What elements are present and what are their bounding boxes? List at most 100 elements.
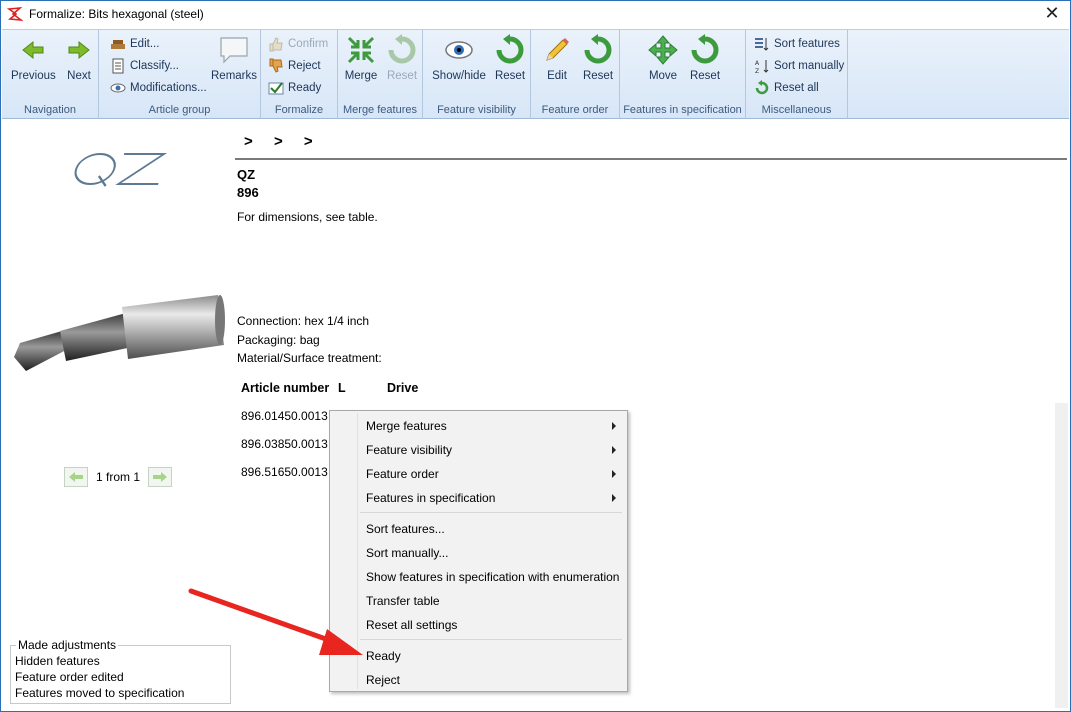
vertical-scrollbar[interactable]	[1055, 403, 1068, 708]
ribbon-toolbar: Previous Next Navigation Edit... Classif…	[2, 29, 1069, 119]
next-button[interactable]: Next	[62, 34, 96, 82]
remarks-button[interactable]: Remarks	[211, 34, 257, 82]
sort-features-button[interactable]: Sort features	[754, 35, 840, 53]
modifications-button[interactable]: Modifications...	[110, 79, 207, 97]
adjustment-item: Feature order edited	[15, 670, 124, 684]
order-reset-button[interactable]: Reset	[581, 34, 615, 82]
group-order: Edit Reset Feature order	[531, 30, 620, 119]
adjustment-item: Hidden features	[15, 654, 100, 668]
context-menu: Merge features Feature visibility Featur…	[329, 410, 628, 692]
table-row: 896.03850.0013	[241, 437, 328, 451]
feature-packaging: Packaging: bag	[237, 333, 320, 347]
order-edit-button[interactable]: Edit	[540, 34, 574, 82]
submenu-arrow-icon	[612, 494, 616, 502]
pager-next-button[interactable]	[148, 467, 173, 487]
menu-item-features-in-specification[interactable]: Features in specification	[366, 491, 622, 505]
breadcrumb: > > >	[244, 133, 328, 150]
group-label: Feature order	[541, 104, 609, 116]
eye-icon	[110, 83, 126, 93]
table-row: 896.51650.0013	[241, 465, 328, 479]
menu-item-feature-visibility[interactable]: Feature visibility	[366, 443, 622, 457]
feature-connection: Connection: hex 1/4 inch	[237, 314, 370, 328]
sort-az-icon: AZ	[755, 60, 769, 74]
thumbs-down-icon	[269, 58, 283, 73]
menu-item-transfer-table[interactable]: Transfer table	[366, 594, 440, 608]
description-text: For dimensions, see table.	[237, 210, 378, 224]
breadcrumb-separator: >	[244, 133, 255, 150]
show-hide-button[interactable]: Show/hide	[432, 34, 486, 82]
brand-logo	[74, 153, 168, 187]
table-row: 896.01450.0013	[241, 409, 328, 423]
arrow-right-icon	[153, 472, 168, 482]
eye-icon	[445, 41, 473, 59]
group-merge: Merge Reset Merge features	[338, 30, 423, 119]
group-label: Navigation	[24, 104, 76, 116]
article-number-title: 896	[237, 185, 259, 200]
merge-button[interactable]: Merge	[344, 34, 378, 82]
submenu-arrow-icon	[612, 446, 616, 454]
reset-icon	[755, 80, 769, 95]
group-visibility: Show/hide Reset Feature visibility	[423, 30, 531, 119]
menu-item-feature-order[interactable]: Feature order	[366, 467, 622, 481]
column-header-l: L	[338, 381, 346, 395]
reset-all-button[interactable]: Reset all	[754, 79, 819, 97]
ready-button[interactable]: Ready	[268, 79, 321, 97]
document-icon	[112, 58, 124, 74]
sort-manually-button[interactable]: AZ Sort manually	[754, 57, 844, 75]
adjustments-title: Made adjustments	[16, 638, 119, 652]
breadcrumb-separator: >	[273, 133, 285, 150]
reset-icon	[584, 34, 612, 64]
speech-bubble-icon	[220, 37, 248, 64]
classify-button[interactable]: Classify...	[110, 57, 179, 75]
edit-article-button[interactable]: Edit...	[110, 35, 159, 53]
feature-material: Material/Surface treatment:	[237, 351, 382, 365]
submenu-arrow-icon	[612, 422, 616, 430]
group-label: Feature visibility	[437, 104, 516, 116]
adjustment-item: Features moved to specification	[15, 686, 185, 700]
pencil-icon	[546, 38, 569, 61]
app-logo-icon	[7, 6, 23, 21]
menu-item-merge-features[interactable]: Merge features	[366, 419, 622, 433]
arrow-left-icon	[69, 472, 83, 482]
menu-separator	[360, 639, 622, 640]
menu-item-ready[interactable]: Ready	[366, 649, 401, 663]
divider	[235, 158, 1067, 160]
reset-icon	[388, 34, 416, 64]
spec-reset-button[interactable]: Reset	[688, 34, 722, 82]
group-formalize: Confirm Reject Ready Formalize	[261, 30, 338, 119]
move-arrows-icon	[648, 35, 678, 65]
close-icon[interactable]: ✕	[1042, 4, 1062, 24]
image-pager: 1 from 1	[64, 467, 173, 487]
window-title: Formalize: Bits hexagonal (steel)	[29, 7, 204, 21]
product-image	[14, 295, 225, 371]
group-features-spec: Move Reset Features in specification	[620, 30, 746, 119]
menu-item-reset-all-settings[interactable]: Reset all settings	[366, 618, 457, 632]
visibility-reset-button[interactable]: Reset	[493, 34, 527, 82]
menu-item-sort-features[interactable]: Sort features...	[366, 522, 445, 536]
breadcrumb-separator: >	[303, 133, 315, 150]
group-navigation: Previous Next Navigation	[2, 30, 99, 119]
group-label: Features in specification	[623, 104, 742, 116]
group-label: Article group	[148, 104, 211, 116]
previous-button[interactable]: Previous	[11, 34, 56, 82]
reject-button[interactable]: Reject	[268, 57, 321, 75]
menu-item-sort-manually[interactable]: Sort manually...	[366, 546, 448, 560]
group-misc: Sort features AZ Sort manually Reset all…	[746, 30, 848, 119]
reset-icon	[691, 34, 719, 64]
column-header-drive: Drive	[387, 381, 419, 395]
pager-prev-button[interactable]	[64, 467, 88, 487]
thumbs-up-icon	[269, 37, 283, 52]
books-icon	[111, 40, 125, 49]
move-button[interactable]: Move	[646, 34, 680, 82]
confirm-button[interactable]: Confirm	[268, 35, 328, 53]
group-label: Formalize	[274, 104, 324, 116]
menu-separator	[360, 512, 622, 513]
svg-text:A: A	[755, 60, 760, 67]
menu-item-show-features-enumeration[interactable]: Show features in specification with enum…	[366, 570, 619, 584]
group-article: Edit... Classify... Modifications... Rem…	[99, 30, 261, 119]
pager-text: 1 from 1	[96, 470, 141, 484]
menu-item-reject[interactable]: Reject	[366, 673, 400, 687]
merge-arrows-icon	[347, 36, 375, 64]
checkmark-icon	[268, 82, 284, 95]
merge-reset-button[interactable]: Reset	[385, 34, 419, 82]
